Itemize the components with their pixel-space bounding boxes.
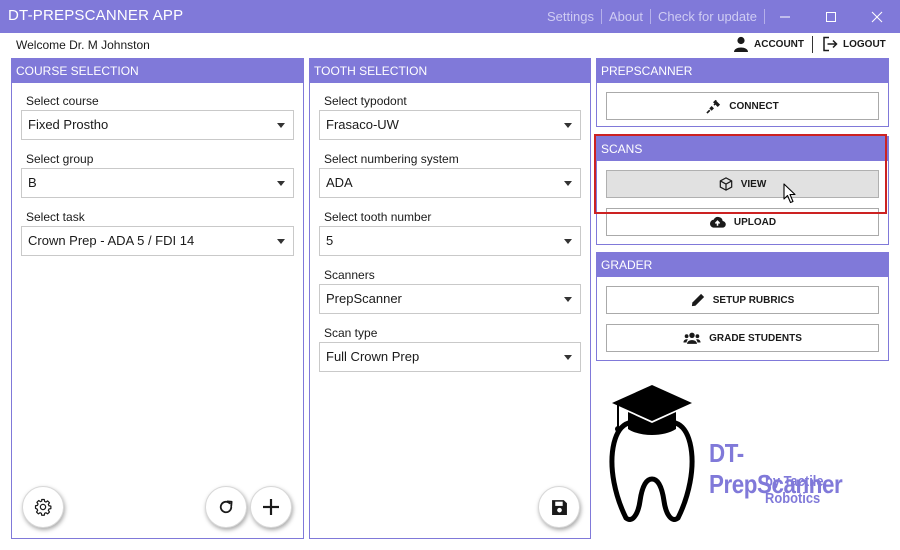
select-task-dropdown[interactable]: Crown Prep - ADA 5 / FDI 14 [21, 226, 294, 256]
chevron-down-icon [564, 297, 572, 302]
tooth-selection-header: TOOTH SELECTION [310, 59, 590, 83]
select-group-dropdown[interactable]: B [21, 168, 294, 198]
scan-type-value: Full Crown Prep [326, 349, 420, 364]
grade-students-button[interactable]: GRADE STUDENTS [606, 324, 879, 352]
tooth-number-dropdown[interactable]: 5 [319, 226, 581, 256]
account-button[interactable]: ACCOUNT [733, 36, 804, 52]
gear-icon [34, 498, 52, 516]
scanners-value: PrepScanner [326, 291, 402, 306]
chevron-down-icon [277, 239, 285, 244]
maximize-button[interactable] [808, 0, 854, 33]
numbering-system-dropdown[interactable]: ADA [319, 168, 581, 198]
select-course-value: Fixed Prostho [28, 117, 109, 132]
check-update-link[interactable]: Check for update [651, 9, 765, 24]
select-course-dropdown[interactable]: Fixed Prostho [21, 110, 294, 140]
select-group-value: B [28, 175, 37, 190]
save-button[interactable] [538, 486, 580, 528]
connect-button[interactable]: CONNECT [606, 92, 879, 120]
scanners-label: Scanners [324, 268, 375, 282]
select-task-value: Crown Prep - ADA 5 / FDI 14 [28, 233, 195, 248]
mouse-cursor-icon [783, 183, 796, 204]
about-link[interactable]: About [602, 9, 651, 24]
chevron-down-icon [564, 181, 572, 186]
chevron-down-icon [564, 239, 572, 244]
maximize-icon [826, 11, 836, 22]
scan-type-label: Scan type [324, 326, 378, 340]
pencil-icon [691, 293, 704, 307]
close-button[interactable] [854, 0, 900, 33]
top-links: Settings About Check for update [540, 9, 765, 24]
chevron-down-icon [564, 123, 572, 128]
chevron-down-icon [277, 123, 285, 128]
logout-button[interactable]: LOGOUT [822, 36, 886, 52]
logout-icon [823, 36, 838, 52]
select-typodont-value: Frasaco-UW [326, 117, 399, 132]
grader-header: GRADER [597, 253, 888, 277]
upload-label: UPLOAD [733, 216, 777, 228]
scanners-dropdown[interactable]: PrepScanner [319, 284, 581, 314]
account-label: ACCOUNT [754, 38, 804, 50]
setup-rubrics-label: SETUP RUBRICS [712, 294, 795, 306]
course-selection-header: COURSE SELECTION [12, 59, 303, 83]
setup-rubrics-button[interactable]: SETUP RUBRICS [606, 286, 879, 314]
logo-byline: by Tactile Robotics [765, 473, 824, 507]
highlight-box [594, 134, 887, 214]
scan-type-dropdown[interactable]: Full Crown Prep [319, 342, 581, 372]
select-course-label: Select course [26, 94, 99, 108]
tooth-number-value: 5 [326, 233, 334, 248]
add-button[interactable] [250, 486, 292, 528]
close-icon [871, 11, 883, 22]
welcome-text: Welcome Dr. M Johnston [16, 38, 150, 52]
refresh-icon [219, 500, 233, 514]
tooth-number-label: Select tooth number [324, 210, 432, 224]
save-icon [551, 499, 567, 515]
select-task-label: Select task [26, 210, 85, 224]
numbering-system-label: Select numbering system [324, 152, 459, 166]
user-icon [734, 36, 748, 52]
connect-label: CONNECT [729, 100, 779, 112]
tooth-graduation-cap-logo [609, 385, 695, 522]
refresh-button[interactable] [205, 486, 247, 528]
logout-label: LOGOUT [843, 38, 886, 50]
plus-icon [263, 499, 279, 515]
minimize-icon [780, 16, 790, 17]
prepscanner-header: PREPSCANNER [597, 59, 888, 83]
select-typodont-dropdown[interactable]: Frasaco-UW [319, 110, 581, 140]
settings-button[interactable] [22, 486, 64, 528]
app-title: DT-PREPSCANNER APP [8, 7, 184, 24]
chevron-down-icon [564, 355, 572, 360]
chevron-down-icon [277, 181, 285, 186]
title-bar: DT-PREPSCANNER APP Settings About Check … [0, 0, 900, 33]
minimize-button[interactable] [762, 0, 808, 33]
account-divider [812, 36, 813, 53]
numbering-system-value: ADA [326, 175, 353, 190]
plug-icon [706, 99, 721, 114]
select-group-label: Select group [26, 152, 94, 166]
cloud-upload-icon [709, 216, 726, 228]
users-icon [683, 332, 701, 344]
grade-students-label: GRADE STUDENTS [709, 332, 802, 344]
settings-link[interactable]: Settings [540, 9, 602, 24]
select-typodont-label: Select typodont [324, 94, 407, 108]
